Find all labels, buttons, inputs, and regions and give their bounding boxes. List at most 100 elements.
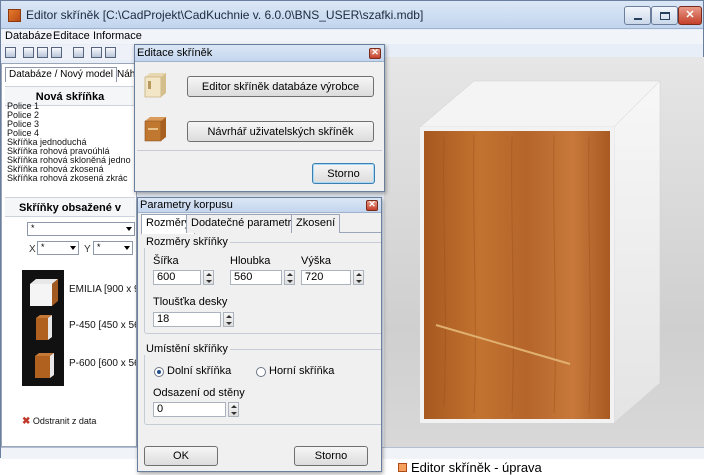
cabinet-item-label: EMILIA [900 x 90	[69, 284, 136, 295]
spin-up-icon	[287, 273, 293, 276]
spin-down-icon	[231, 412, 237, 415]
upper-cabinet-label: Horní skříňka	[269, 365, 335, 377]
board-thickness-input[interactable]: 18	[153, 312, 221, 327]
close-button[interactable]: ✕	[366, 199, 378, 211]
cabinet-item-label: P-600 [600 x 56	[69, 358, 137, 369]
width-input[interactable]: 600	[153, 270, 201, 285]
parametry-dialog: Parametry korpusu ✕ Rozměry Dodatečné pa…	[137, 197, 382, 472]
close-button[interactable]: ✕	[369, 47, 381, 59]
spin-down-icon	[226, 322, 232, 325]
maximize-button[interactable]	[651, 6, 678, 25]
left-panel: Databáze / Nový model Náh Nová skříňka P…	[1, 63, 137, 447]
height-spinner[interactable]	[353, 270, 364, 285]
wall-offset-spinner[interactable]	[228, 402, 239, 417]
list-item[interactable]: Skříňka jednoduchá	[7, 138, 135, 147]
list-item[interactable]: Police 4	[7, 129, 135, 138]
cabinet-thumbnail	[22, 344, 64, 386]
editace-dialog: Editace skříněk ✕ Editor skříněk databáz…	[134, 44, 385, 192]
cabinet-item[interactable]: P-600 [600 x 56	[22, 344, 137, 386]
user-designer-button[interactable]: Návrhář uživatelských skříněk	[187, 121, 374, 142]
spin-up-icon	[231, 405, 237, 408]
lower-cabinet-label: Dolní skříňka	[167, 365, 232, 377]
depth-spinner[interactable]	[284, 270, 295, 285]
dimensions-group-label: Rozměry skříňky	[144, 236, 230, 248]
menu-databaze[interactable]: Databáze	[5, 30, 52, 42]
height-label: Výška	[301, 255, 331, 267]
ok-button[interactable]: OK	[144, 446, 218, 466]
cancel-button[interactable]: Storno	[312, 163, 375, 184]
dialog-title-bar: Editace skříněk ✕	[135, 45, 384, 62]
3d-preview-viewport[interactable]	[384, 57, 704, 447]
print-preview-icon[interactable]	[37, 47, 48, 58]
cancel-button[interactable]: Storno	[294, 446, 368, 466]
chevron-down-icon	[70, 246, 76, 250]
close-icon: ✕	[368, 199, 376, 209]
tab-database-new-model[interactable]: Databáze / Nový model	[5, 67, 117, 82]
depth-input[interactable]: 560	[230, 270, 282, 285]
tab-strip: Rozměry Dodatečné parametry Zkosení	[141, 214, 381, 234]
y-value: *	[97, 242, 101, 252]
wall-offset-input[interactable]: 0	[153, 402, 226, 417]
dialog-title: Parametry korpusu	[140, 199, 233, 211]
upper-cabinet-radio[interactable]	[256, 367, 266, 377]
cabinet-3d-model	[419, 80, 661, 424]
list-item[interactable]: Police 3	[7, 120, 135, 129]
user-cabinet-icon	[144, 117, 166, 142]
close-button[interactable]: ✕	[678, 6, 702, 25]
maximize-icon	[660, 12, 670, 20]
x-label: X	[29, 244, 36, 255]
list-item[interactable]: Police 1	[7, 102, 135, 111]
menu-editace[interactable]: Editace	[53, 30, 90, 42]
tab-zkoseni[interactable]: Zkosení	[291, 214, 341, 233]
app-icon	[8, 9, 21, 22]
list-item[interactable]: Skříňka rohová skloněná jedno	[7, 156, 135, 165]
tab-dodatecne-parametry[interactable]: Dodatečné parametry	[186, 214, 302, 233]
x-combo[interactable]: *	[37, 241, 79, 255]
manufacturer-editor-button[interactable]: Editor skříněk databáze výrobce	[187, 76, 374, 97]
print-icon[interactable]	[23, 47, 34, 58]
width-label: Šířka	[153, 255, 179, 267]
app-icon	[398, 463, 407, 472]
lower-cabinet-radio[interactable]	[154, 367, 164, 377]
width-spinner[interactable]	[203, 270, 214, 285]
list-item[interactable]: Skříňka rohová zkosená zkrác	[7, 174, 135, 183]
minimize-button[interactable]	[624, 6, 651, 25]
cabinet-item[interactable]: P-450 [450 x 56	[22, 306, 136, 348]
height-input[interactable]: 720	[301, 270, 351, 285]
spin-up-icon	[226, 315, 232, 318]
remove-from-database-button[interactable]: ✖ Odstranit z data	[22, 416, 96, 427]
used-cabinets-heading: Skříňky obsažené v	[5, 197, 135, 217]
x-value: *	[41, 242, 45, 252]
copy-icon[interactable]	[51, 47, 62, 58]
delete-icon[interactable]	[91, 47, 102, 58]
filter-combo[interactable]: *	[27, 222, 135, 236]
y-combo[interactable]: *	[93, 241, 133, 255]
window-title: Editor skříněk [C:\CadProjekt\CadKuchnie…	[26, 8, 424, 22]
close-icon: ✕	[685, 9, 695, 21]
remove-label: Odstranit z data	[32, 416, 97, 426]
placement-group-label: Umístění skříňky	[144, 343, 230, 355]
list-item[interactable]: Skříňka rohová zkosená	[7, 165, 135, 174]
undo-icon[interactable]	[73, 47, 84, 58]
tab-preview[interactable]: Náh	[117, 69, 135, 80]
save-icon[interactable]	[5, 47, 16, 58]
menu-bar: Databáze Editace Informace	[1, 30, 703, 44]
menu-informace[interactable]: Informace	[93, 30, 142, 42]
chevron-down-icon	[124, 246, 130, 250]
depth-label: Hloubka	[230, 255, 271, 267]
spin-up-icon	[206, 273, 212, 276]
spin-up-icon	[356, 273, 362, 276]
spin-down-icon	[356, 280, 362, 283]
y-label: Y	[84, 244, 91, 255]
filter-value: *	[31, 223, 35, 233]
spin-down-icon	[287, 280, 293, 283]
board-thickness-spinner[interactable]	[223, 312, 234, 327]
cabinet-thumbnail	[22, 306, 64, 348]
chevron-down-icon	[126, 227, 132, 231]
title-bar: Editor skříněk [C:\CadProjekt\CadKuchnie…	[1, 1, 703, 29]
list-item[interactable]: Skříňka rohová pravoúhlá	[7, 147, 135, 156]
edit-icon[interactable]	[105, 47, 116, 58]
dialog-title: Editace skříněk	[137, 47, 213, 59]
toolbar	[1, 45, 136, 60]
list-item[interactable]: Police 2	[7, 111, 135, 120]
